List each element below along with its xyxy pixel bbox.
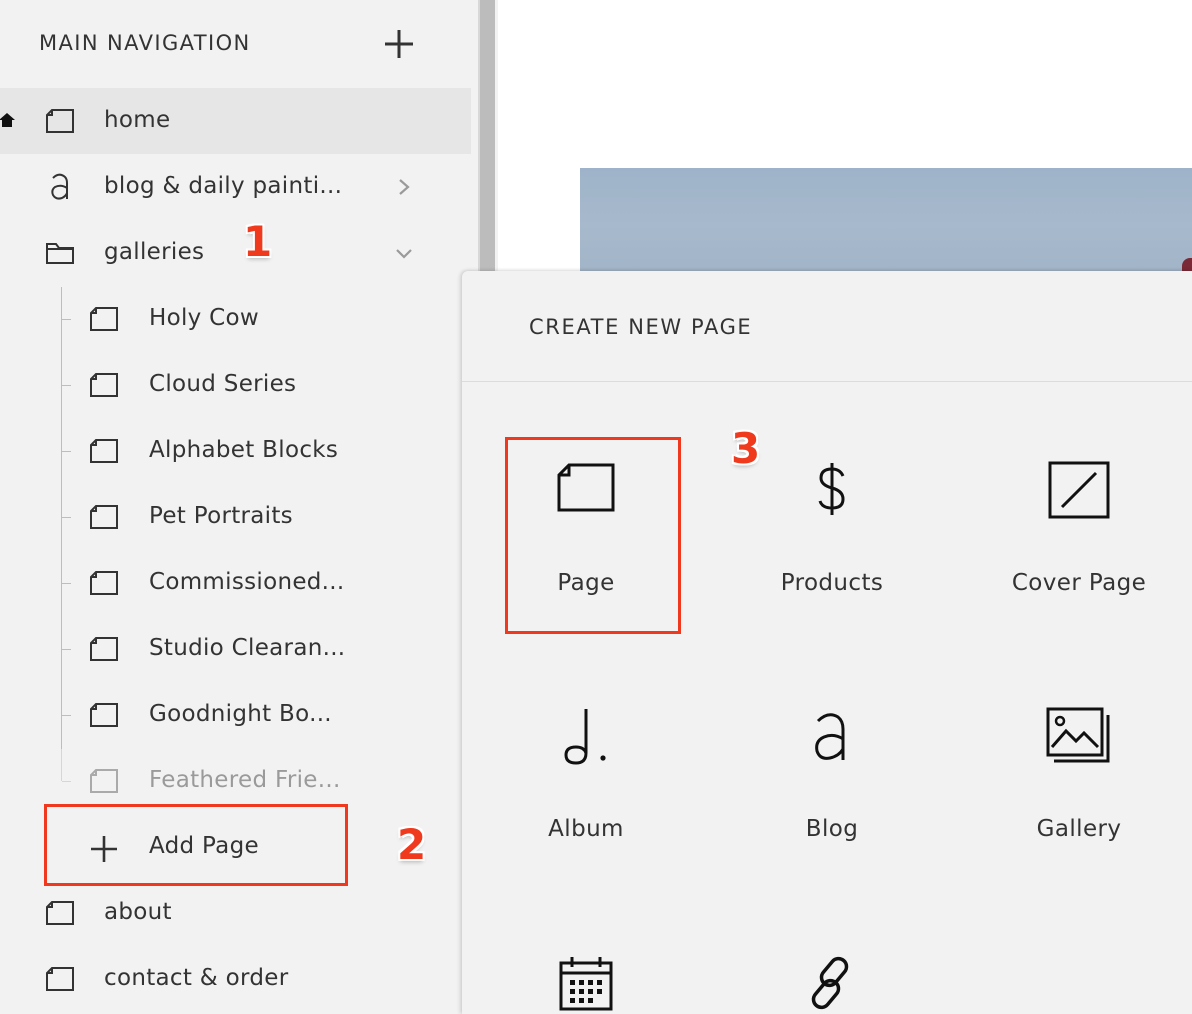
nav-title: MAIN NAVIGATION — [39, 31, 251, 55]
page-type-gallery[interactable]: Gallery — [959, 703, 1192, 903]
step-number-1: 1 — [243, 217, 273, 266]
divider — [462, 381, 1192, 382]
nav-item-goodnight[interactable]: Goodnight Bo... — [0, 682, 471, 748]
nav-item-label: Studio Clearan... — [149, 635, 346, 661]
nav-item-label: blog & daily painti... — [104, 173, 343, 199]
home-icon — [0, 113, 15, 127]
page-icon — [90, 307, 118, 331]
page-type-album[interactable]: Album — [466, 703, 706, 903]
tile-label: Cover Page — [1011, 570, 1147, 596]
nav-item-galleries[interactable]: galleries — [0, 220, 471, 286]
page-icon — [90, 505, 118, 529]
page-icon — [557, 463, 615, 512]
nav-item-home[interactable]: home — [0, 88, 471, 154]
nav-item-label: Cloud Series — [149, 371, 297, 397]
step-number-3: 3 — [731, 424, 761, 473]
page-icon — [46, 109, 74, 133]
nav-item-pet-portraits[interactable]: Pet Portraits — [0, 484, 471, 550]
page-type-page[interactable]: Page — [466, 457, 706, 657]
page-type-events[interactable] — [466, 953, 706, 1014]
blog-icon — [51, 173, 68, 200]
tile-label: Products — [780, 570, 884, 596]
nav-item-label: contact & order — [104, 965, 289, 991]
tile-label: Gallery — [1036, 816, 1122, 842]
tile-label: Blog — [805, 816, 859, 842]
nav-item-label: Commissioned... — [149, 569, 345, 595]
page-icon — [90, 373, 118, 397]
page-type-blog[interactable]: Blog — [712, 703, 952, 903]
page-icon — [90, 703, 118, 727]
nav-item-label: Feathered Frie... — [149, 767, 341, 793]
nav-item-commissioned[interactable]: Commissioned... — [0, 550, 471, 616]
folder-icon — [46, 243, 74, 264]
nav-item-contact[interactable]: contact & order — [0, 946, 471, 1012]
gallery-icon — [1046, 707, 1110, 763]
nav-item-label: galleries — [104, 239, 205, 265]
nav-item-about[interactable]: about — [0, 880, 471, 946]
album-icon — [564, 709, 606, 765]
nav-item-label: Alphabet Blocks — [149, 437, 339, 463]
nav-item-label: home — [104, 107, 171, 133]
tile-label: Album — [548, 816, 624, 842]
chevron-down-icon[interactable] — [393, 242, 415, 264]
cover-page-icon — [1048, 461, 1110, 519]
page-type-products[interactable]: Products — [712, 457, 952, 657]
page-icon — [46, 901, 74, 925]
page-icon — [90, 439, 118, 463]
link-icon — [811, 956, 849, 1010]
add-icon[interactable] — [383, 28, 415, 60]
page-icon — [90, 637, 118, 661]
panel-splitter[interactable] — [478, 0, 495, 272]
page-type-cover-page[interactable]: Cover Page — [959, 457, 1192, 657]
step-number-2: 2 — [397, 820, 427, 869]
nav-item-holy-cow[interactable]: Holy Cow — [0, 286, 471, 352]
nav-item-label: about — [104, 899, 172, 925]
nav-item-cloud-series[interactable]: Cloud Series — [0, 352, 471, 418]
panel-title: CREATE NEW PAGE — [529, 315, 753, 339]
dollar-icon — [818, 463, 845, 515]
add-page-button[interactable]: Add Page — [44, 804, 348, 886]
nav-item-studio-clearance[interactable]: Studio Clearan... — [0, 616, 471, 682]
nav-item-label: Goodnight Bo... — [149, 701, 332, 727]
chevron-right-icon[interactable] — [393, 176, 415, 198]
nav-header: MAIN NAVIGATION — [0, 0, 471, 88]
create-page-panel: CREATE NEW PAGE Page Products Cover Page… — [462, 271, 1192, 1014]
hero-image — [580, 168, 1192, 272]
page-icon — [90, 571, 118, 595]
nav-item-label: Pet Portraits — [149, 503, 293, 529]
nav-item-label: Holy Cow — [149, 305, 260, 331]
nav-item-blog[interactable]: blog & daily painti... — [0, 154, 471, 220]
page-type-link[interactable] — [712, 953, 952, 1014]
tile-label: Page — [557, 570, 615, 596]
blog-icon — [815, 713, 845, 760]
plus-icon — [91, 836, 117, 862]
nav-item-alphabet-blocks[interactable]: Alphabet Blocks — [0, 418, 471, 484]
add-page-label: Add Page — [149, 833, 259, 859]
calendar-icon — [559, 957, 613, 1011]
page-icon — [90, 769, 118, 793]
page-icon — [46, 967, 74, 991]
